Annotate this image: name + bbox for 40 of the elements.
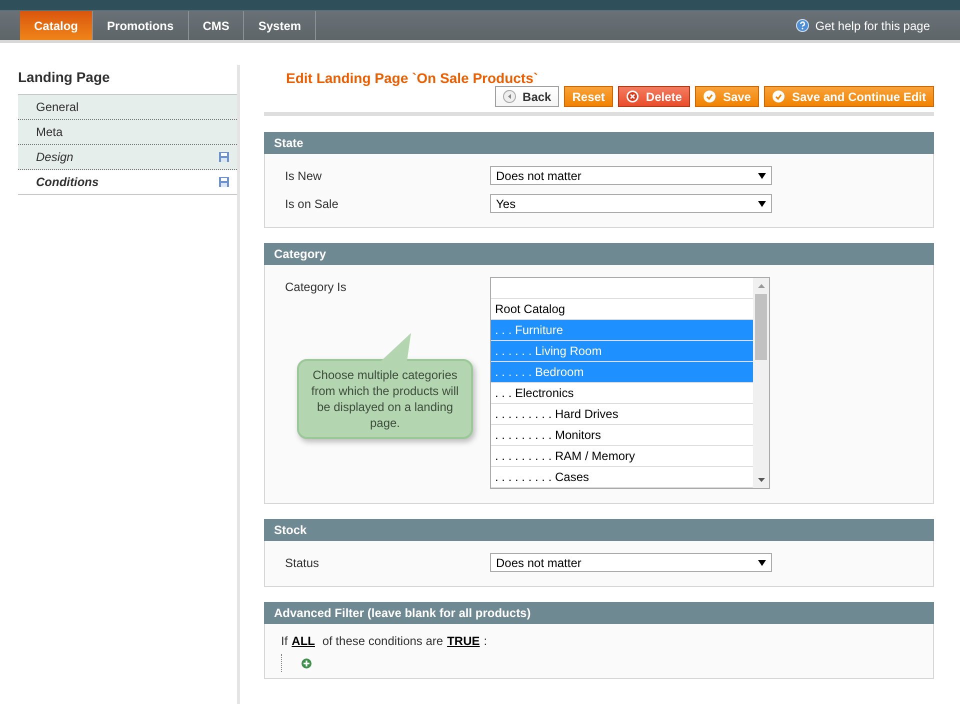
nav-tab[interactable]: CMS [188, 11, 244, 40]
check-icon [772, 90, 785, 103]
add-icon[interactable] [301, 658, 312, 668]
sidebar-item[interactable]: Design [18, 145, 237, 170]
value-link[interactable]: TRUE [447, 634, 480, 648]
dropdown-arrow-icon [758, 560, 766, 566]
dropdown-arrow-icon [758, 200, 766, 206]
condition-text: If [281, 634, 288, 648]
tooltip: Choose multiple categories from which the products will be displayed on a landing page. [297, 359, 473, 439]
select-field[interactable]: Does not matter [490, 166, 772, 185]
field-label: Is New [285, 168, 323, 183]
scroll-down-icon[interactable] [758, 478, 764, 482]
category-list[interactable] [490, 277, 770, 489]
section-header: Category [264, 243, 934, 265]
field-label: Status [285, 555, 320, 570]
scroll-up-icon[interactable] [758, 284, 764, 288]
select-field[interactable]: Yes [490, 194, 772, 213]
condition-text: of these conditions are [321, 634, 444, 648]
nav-tab[interactable]: System [244, 11, 316, 40]
aggregator-link[interactable]: ALL [292, 634, 315, 648]
page-title: Edit Landing Page `On Sale Products` [285, 69, 540, 86]
sidebar-title: Landing Page [18, 68, 111, 87]
field-label: Category Is [285, 279, 348, 294]
dropdown-arrow-icon [758, 172, 766, 178]
field-label: Is on Sale [285, 196, 340, 211]
check-icon [702, 90, 716, 103]
condition-text: : [484, 634, 488, 648]
sidebar-item[interactable]: General [18, 94, 237, 120]
section-header: State [264, 132, 934, 154]
section-header: Stock [264, 519, 934, 541]
back-button[interactable]: Back [494, 86, 560, 107]
nav-tab[interactable]: Promotions [93, 11, 189, 40]
select-field[interactable]: Does not matter [490, 553, 772, 572]
help-icon [796, 19, 810, 32]
scrollbar-thumb[interactable] [755, 294, 767, 360]
section-header: Advanced Filter (leave blank for all products) [264, 602, 934, 624]
close-icon [626, 90, 639, 103]
tooltip-pointer [381, 333, 411, 361]
sidebar-item[interactable]: Meta [18, 120, 237, 145]
help-link[interactable]: Get help for this page [815, 18, 930, 32]
